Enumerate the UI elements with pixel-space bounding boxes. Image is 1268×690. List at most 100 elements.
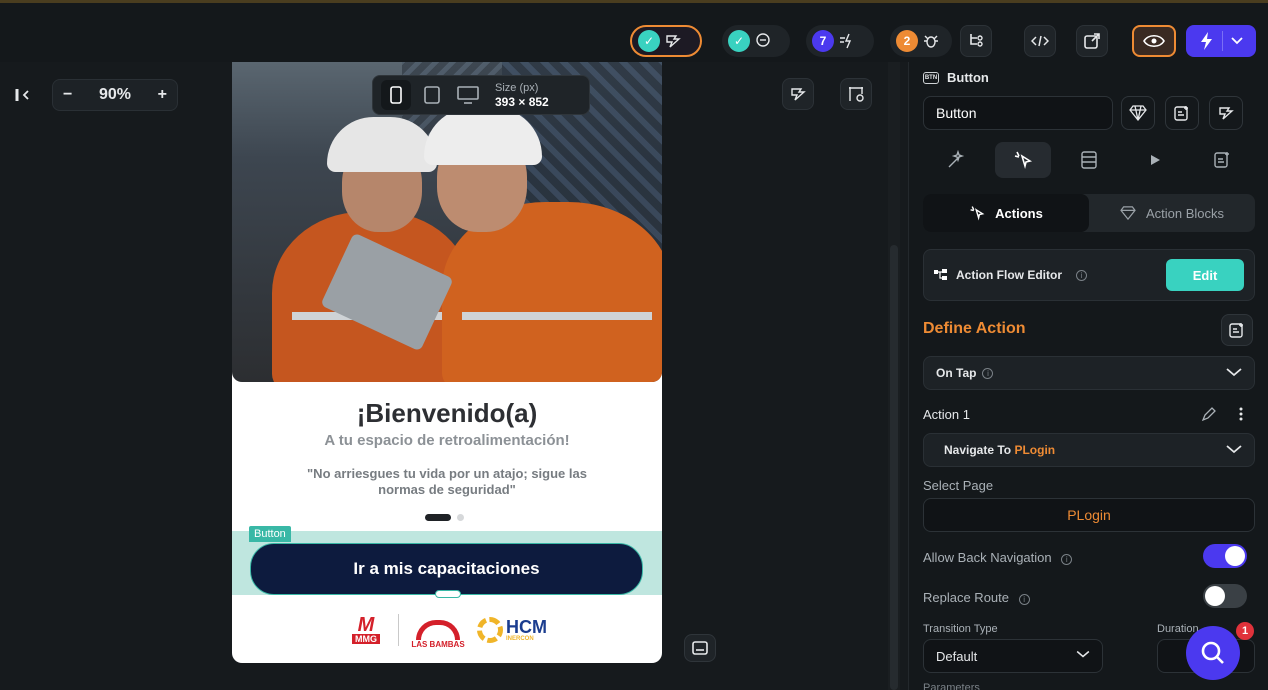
magic-wand-icon [948,150,965,168]
actions-tab[interactable] [994,142,1051,178]
chevron-down-icon [1230,37,1243,45]
preview-button[interactable] [1132,25,1176,57]
lightning-outline-icon [1219,107,1234,120]
edit-flow-button[interactable]: Edit [1166,259,1244,291]
play-icon [1151,155,1161,165]
las-bambas-text: LAS BAMBAS [411,640,465,649]
keyboard-toggle-button[interactable] [684,634,716,662]
transition-type-value: Default [936,648,978,664]
transition-type-select[interactable]: Default [923,639,1103,673]
zoom-out-button[interactable]: − [63,86,72,104]
mmg-logo-text: MMG [352,634,380,644]
info-icon: i [1018,594,1030,605]
device-phone-button[interactable] [381,80,411,110]
external-link-icon [1084,33,1100,49]
collapse-panel-button[interactable] [8,79,40,111]
properties-tab[interactable] [928,142,984,178]
run-button[interactable] [1186,25,1256,57]
mmg-logo: M MMG [340,613,392,647]
add-to-library-button[interactable] [1165,96,1199,130]
warnings-count: 7 [812,30,834,52]
welcome-subtitle: A tu espacio de retroalimentación! [324,432,570,449]
hcm-logo-subtext: INERCON [506,636,534,642]
widget-type-label: Button [947,70,989,85]
widget-flash-button[interactable] [1209,96,1243,130]
add-doc-icon [1174,106,1188,121]
allow-back-label: Allow Back Navigation i [923,550,1073,565]
code-view-button[interactable] [1024,25,1056,57]
resize-handle[interactable] [435,590,461,598]
warnings-button[interactable]: 7 [806,25,874,57]
properties-panel: BTN Button Button Actions Action Blocks … [908,62,1268,690]
eye-icon [1143,34,1165,48]
selected-widget-tag: Button [249,526,291,542]
las-bambas-arc [416,620,460,640]
canvas-widget-tree-button[interactable] [782,78,814,110]
bugs-count: 2 [896,30,918,52]
action-type-select[interactable]: Navigate To PLogin [923,433,1255,467]
documentation-tab[interactable] [1194,142,1250,178]
parameters-label: Parameters [923,682,980,690]
device-desktop-button[interactable] [453,80,483,110]
comment-icon [756,33,770,47]
backend-query-tab[interactable] [1061,142,1117,178]
page-indicator [425,514,464,521]
button-widget-icon: BTN [923,71,939,84]
device-size-selector: Size (px) 393 × 852 [372,75,590,115]
size-label: Size (px) [495,82,539,94]
phone-icon [390,86,402,104]
chevron-down-icon [1226,445,1242,454]
bugs-button[interactable]: 2 [890,25,952,57]
replace-route-text: Replace Route [923,590,1009,605]
select-page-label: Select Page [923,478,994,493]
canvas-scroll-thumb[interactable] [890,245,898,690]
tree-view-button[interactable] [960,25,992,57]
action-flow-editor-row: Action Flow Editor i Edit [923,249,1255,301]
help-chat-button[interactable] [1186,626,1240,680]
trigger-select[interactable]: On Tap i [923,356,1255,390]
lightning-lines-icon [840,33,852,49]
open-external-button[interactable] [1076,25,1108,57]
help-notification-badge: 1 [1236,622,1254,640]
device-tablet-button[interactable] [417,80,447,110]
add-action-button[interactable] [1221,314,1253,346]
zoom-in-button[interactable]: + [158,86,167,104]
widget-tree-icon [666,35,681,48]
replace-route-label: Replace Route i [923,590,1030,605]
keyboard-icon [692,641,708,655]
collapse-left-icon [15,89,29,101]
phone-preview: ¡Bienvenido(a) A tu espacio de retroalim… [232,62,662,663]
allow-back-toggle[interactable] [1203,544,1247,568]
widget-name-input[interactable]: Button [923,96,1113,130]
tab-actions[interactable]: Actions [923,194,1089,232]
mmg-logo-mark: M [357,614,375,636]
transition-type-label: Transition Type [923,623,998,635]
more-vertical-icon[interactable] [1238,406,1244,422]
select-page-field[interactable]: PLogin [923,498,1255,532]
zoom-control: − 90% + [52,79,178,111]
safety-quote: "No arriesgues tu vida por un atajo; sig… [307,466,587,497]
tab-action-blocks[interactable]: Action Blocks [1089,194,1255,232]
check-comments[interactable]: ✓ [722,25,790,57]
widget-type-header: BTN Button [923,70,989,85]
database-icon [1081,151,1097,169]
navigate-target: PLogin [1014,443,1056,457]
canvas-settings-button[interactable] [840,78,872,110]
replace-route-toggle[interactable] [1203,584,1247,608]
go-to-trainings-button[interactable]: Ir a mis capacitaciones [250,543,643,595]
trigger-value: On Tap [936,366,977,380]
partner-logos: M MMG LAS BAMBAS HCM INERCON [340,609,560,651]
size-value: 393 × 852 [495,95,549,109]
pencil-icon[interactable] [1201,406,1217,422]
add-doc-icon [1214,152,1229,168]
check-icon: ✓ [638,30,660,52]
search-icon [1201,641,1224,664]
check-build-status[interactable]: ✓ [630,25,702,57]
animations-tab[interactable] [1127,142,1183,178]
gem-button[interactable] [1121,96,1155,130]
tab-actions-label: Actions [995,205,1043,221]
flow-icon [934,269,947,280]
panel-section-tabs [923,140,1255,180]
info-icon: i [1076,269,1087,281]
info-icon: i [982,367,994,379]
